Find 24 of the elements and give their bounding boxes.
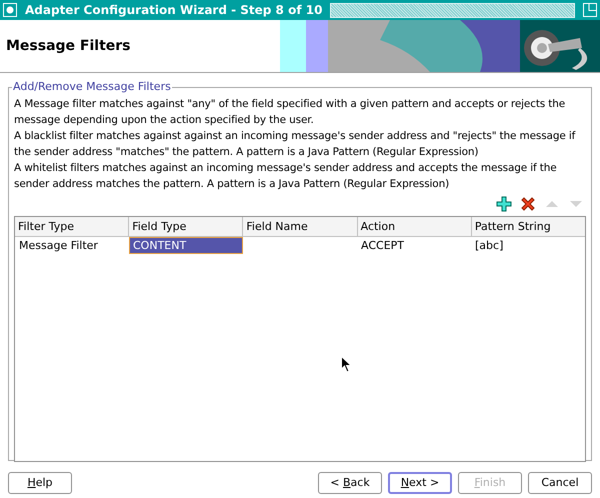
column-header[interactable]: Field Name — [243, 217, 358, 236]
window-title: Adapter Configuration Wizard - Step 8 of 10 — [25, 2, 322, 19]
table-cell[interactable]: [abc] — [471, 237, 585, 254]
description-text: A Message filter matches against "any" of the field specified with a given pattern and accepts or rejects the message depending upon the action specified by the user. — [14, 97, 566, 128]
cross-icon[interactable] — [520, 196, 536, 212]
description-text: A whitelist filters matches against an incoming message's sender address and accepts the message if the sender address matches the pattern. A pattern is a Java Pattern (Regular Expression) — [14, 161, 558, 192]
column-header[interactable]: Field Type — [129, 217, 244, 236]
page-title: Message Filters — [6, 36, 131, 56]
table-cell[interactable]: ACCEPT — [357, 237, 471, 254]
wizard-button[interactable]: Help — [8, 472, 72, 494]
column-header[interactable]: Filter Type — [15, 217, 130, 236]
table-cell[interactable]: Message Filter — [15, 237, 129, 254]
table-cell[interactable]: CONTENT — [129, 237, 243, 254]
wizard-button[interactable]: < Back — [318, 472, 382, 494]
wizard-button[interactable]: Cancel — [528, 472, 592, 494]
group-title: Add/Remove Message Filters — [12, 80, 172, 94]
wizard-button[interactable]: Next > — [388, 472, 452, 494]
column-header[interactable]: Action — [358, 217, 472, 236]
description-text: A blacklist filter matches against against an incoming message's sender address and "rejects" the message if the sender address "matches" the pattern. A pattern is a Java Pattern (Regular Expression) — [14, 129, 576, 160]
column-header[interactable]: Pattern String — [472, 217, 586, 236]
plus-icon[interactable] — [496, 196, 512, 212]
maximize-icon[interactable] — [583, 3, 597, 17]
mouse-pointer-icon — [341, 356, 352, 373]
window-menu-icon[interactable] — [3, 3, 17, 17]
